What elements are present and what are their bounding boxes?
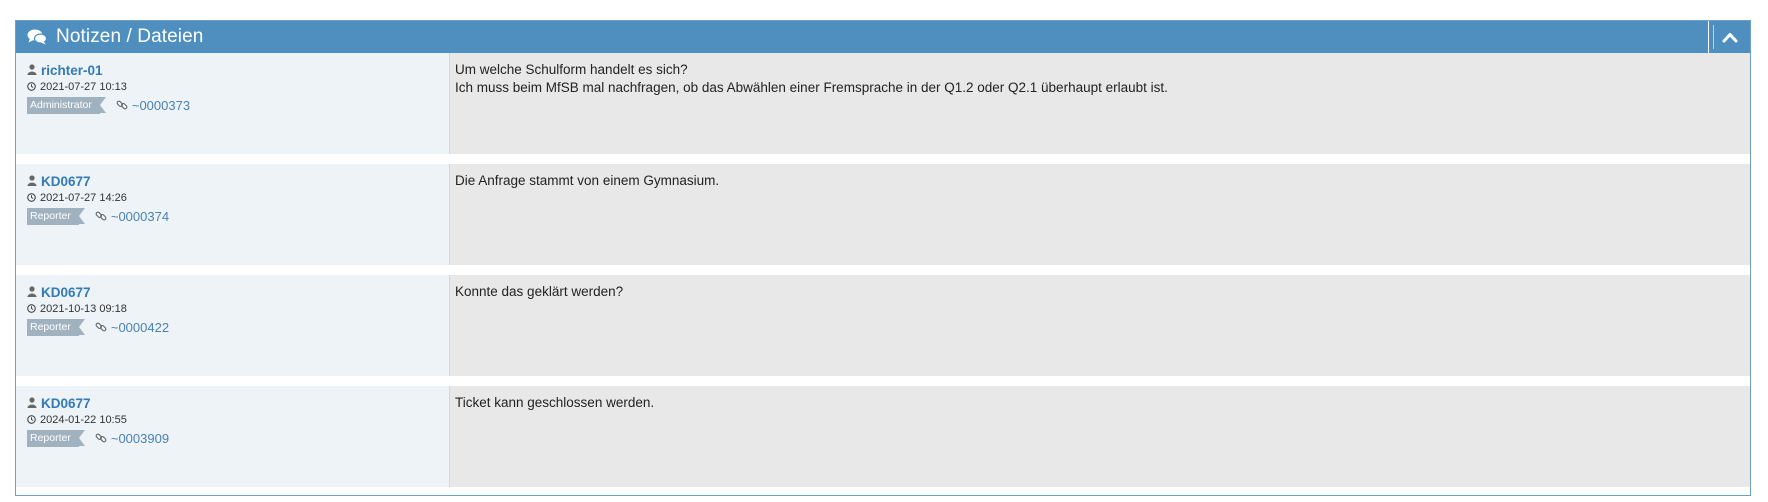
note-text: Die Anfrage stammt von einem Gymnasium.	[450, 164, 1750, 265]
note-row: KD0677 2024-01-22 10:55 Reporter ~000390…	[16, 386, 1750, 487]
note-author-link[interactable]: KD0677	[41, 396, 91, 411]
user-icon	[27, 286, 38, 298]
note-row: KD0677 2021-07-27 14:26 Reporter ~000037…	[16, 164, 1750, 275]
note-line: Die Anfrage stammt von einem Gymnasium.	[455, 173, 720, 188]
clock-icon	[27, 304, 37, 314]
notes-list: richter-01 2021-07-27 10:13 Administrato…	[16, 53, 1750, 487]
panel-header: Notizen / Dateien	[16, 21, 1750, 53]
note-meta: KD0677 2021-07-27 14:26 Reporter ~000037…	[16, 164, 450, 265]
user-icon	[27, 64, 38, 76]
note-permalink[interactable]: ~0003909	[111, 431, 169, 446]
chevron-up-icon	[1722, 33, 1737, 43]
link-icon	[116, 99, 129, 111]
role-badge: Reporter	[27, 429, 85, 447]
user-icon	[27, 397, 38, 409]
clock-icon	[27, 193, 37, 203]
note-meta: KD0677 2021-10-13 09:18 Reporter ~000042…	[16, 275, 450, 376]
note-author-link[interactable]: KD0677	[41, 285, 91, 300]
notes-panel: Notizen / Dateien richter-01 2021-07-27 …	[15, 20, 1751, 496]
collapse-button[interactable]	[1708, 21, 1750, 53]
note-author-link[interactable]: KD0677	[41, 174, 91, 189]
role-badge: Reporter	[27, 207, 85, 225]
note-line: Ticket kann geschlossen werden.	[455, 395, 655, 410]
note-meta: richter-01 2021-07-27 10:13 Administrato…	[16, 53, 450, 154]
note-permalink[interactable]: ~0000422	[111, 320, 169, 335]
note-line: Ich muss beim MfSB mal nachfragen, ob da…	[455, 80, 1168, 95]
note-text: Ticket kann geschlossen werden.	[450, 386, 1750, 487]
note-text: Um welche Schulform handelt es sich? Ich …	[450, 53, 1750, 154]
note-row: richter-01 2021-07-27 10:13 Administrato…	[16, 53, 1750, 164]
note-date: 2021-10-13 09:18	[40, 303, 127, 315]
role-badge: Administrator	[27, 96, 106, 114]
link-icon	[95, 321, 108, 333]
note-text: Konnte das geklärt werden?	[450, 275, 1750, 376]
note-author-link[interactable]: richter-01	[41, 63, 103, 78]
panel-title: Notizen / Dateien	[56, 26, 204, 47]
note-date: 2021-07-27 14:26	[40, 192, 127, 204]
note-line: Konnte das geklärt werden?	[455, 284, 624, 299]
user-icon	[27, 175, 38, 187]
clock-icon	[27, 82, 37, 92]
note-row: KD0677 2021-10-13 09:18 Reporter ~000042…	[16, 275, 1750, 386]
role-badge: Reporter	[27, 318, 85, 336]
clock-icon	[27, 415, 37, 425]
note-meta: KD0677 2024-01-22 10:55 Reporter ~000390…	[16, 386, 450, 487]
note-date: 2021-07-27 10:13	[40, 81, 127, 93]
note-permalink[interactable]: ~0000373	[132, 98, 190, 113]
note-line: Um welche Schulform handelt es sich?	[455, 62, 688, 77]
note-date: 2024-01-22 10:55	[40, 414, 127, 426]
comments-icon	[26, 28, 48, 46]
note-permalink[interactable]: ~0000374	[111, 209, 169, 224]
link-icon	[95, 210, 108, 222]
link-icon	[95, 432, 108, 444]
